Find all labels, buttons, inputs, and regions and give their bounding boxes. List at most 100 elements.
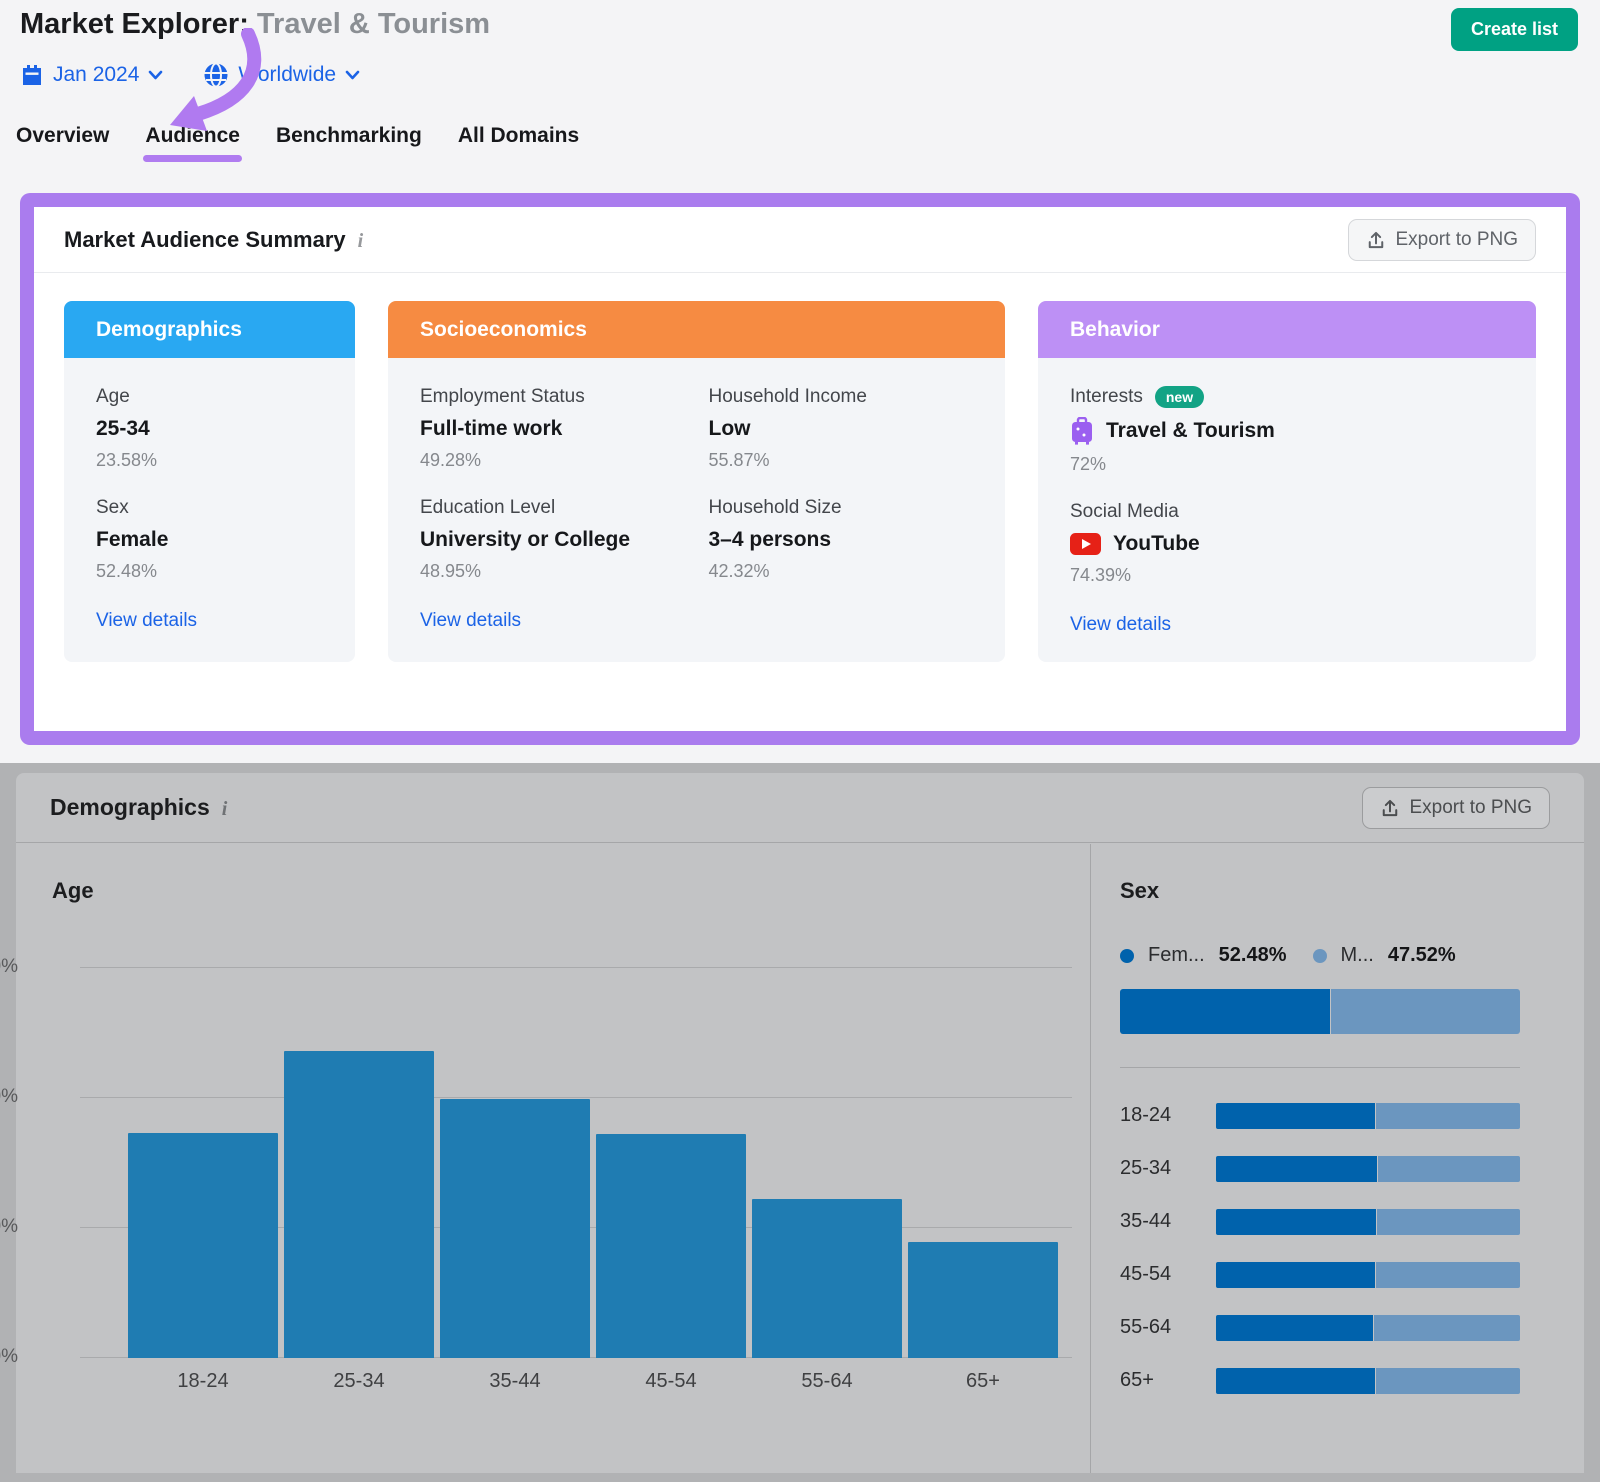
view-details-link-demographics[interactable]: View details [96, 610, 197, 632]
metric-value: 3–4 persons [709, 528, 974, 552]
x-axis-tick-label: 55-64 [752, 1370, 902, 1393]
sex-row-label: 25-34 [1120, 1157, 1216, 1180]
y-axis-tick-label: 0% [0, 1346, 18, 1368]
market-audience-summary-panel: Market Audience Summary i Export to PNG … [20, 193, 1580, 745]
tab-audience[interactable]: Audience [145, 124, 240, 162]
sex-row-25-34: 25-34 [1120, 1142, 1520, 1195]
sex-row-bar [1216, 1209, 1520, 1235]
summary-panel-header: Market Audience Summary i Export to PNG [34, 207, 1566, 273]
metric-household-size: Household Size 3–4 persons 42.32% [709, 497, 974, 582]
demographics-card-header: Demographics [64, 301, 355, 358]
female-bar-segment [1216, 1368, 1375, 1394]
date-label: Jan 2024 [53, 63, 139, 87]
summary-panel-title: Market Audience Summary [64, 227, 346, 253]
metric-value: Female [96, 528, 323, 552]
export-to-png-button[interactable]: Export to PNG [1362, 787, 1551, 829]
sex-row-45-54: 45-54 [1120, 1248, 1520, 1301]
dimmed-background-region: Demographics i Export to PNG Age 0%10%20… [0, 763, 1600, 1482]
x-axis-tick-label: 35-44 [440, 1370, 590, 1393]
sex-panel: Sex Fem... 52.48% M... 47.52% 18-24 25-34… [1120, 844, 1520, 1407]
metric-pct: 74.39% [1070, 565, 1504, 586]
female-bar-segment [1216, 1209, 1376, 1235]
metric-value: YouTube [1113, 532, 1200, 556]
sex-panel-title: Sex [1120, 878, 1520, 904]
demographics-report-card: Demographics i Export to PNG Age 0%10%20… [16, 773, 1584, 1473]
sex-stacked-bar [1120, 989, 1520, 1034]
y-axis-tick-label: 20% [0, 1086, 18, 1108]
metric-age: Age 25-34 23.58% [96, 386, 323, 471]
sex-row-bar [1216, 1156, 1520, 1182]
sex-row-18-24: 18-24 [1120, 1089, 1520, 1142]
male-bar-segment [1330, 989, 1520, 1034]
metric-education-level: Education Level University or College 48… [420, 497, 685, 582]
sex-by-age-rows: 18-2425-3435-4445-5455-6465+ [1120, 1089, 1520, 1407]
sex-legend: Fem... 52.48% M... 47.52% [1120, 944, 1520, 967]
upload-icon [1366, 230, 1386, 250]
female-bar-segment [1216, 1103, 1375, 1129]
tabs: Overview Audience Benchmarking All Domai… [16, 124, 579, 162]
youtube-icon [1070, 533, 1101, 555]
x-axis-tick-label: 18-24 [128, 1370, 278, 1393]
male-legend-dot [1313, 949, 1327, 963]
page-title: Market Explorer: Travel & Tourism [20, 8, 490, 41]
metric-household-income: Household Income Low 55.87% [709, 386, 974, 471]
metric-value: 25-34 [96, 417, 323, 441]
x-axis-tick-label: 45-54 [596, 1370, 746, 1393]
filters-row: Jan 2024 Worldwide [20, 62, 360, 88]
info-icon[interactable]: i [358, 230, 364, 253]
male-bar-segment [1375, 1368, 1520, 1394]
metric-value: University or College [420, 528, 685, 552]
sex-row-bar [1216, 1368, 1520, 1394]
view-details-link-behavior[interactable]: View details [1070, 614, 1171, 636]
region-label: Worldwide [238, 63, 336, 87]
female-bar-segment [1120, 989, 1330, 1034]
y-axis-tick-label: 30% [0, 956, 18, 978]
demographics-card: Demographics Age 25-34 23.58% Sex Female… [64, 301, 355, 662]
page-title-prefix: Market Explorer: [20, 8, 249, 40]
metric-value: Full-time work [420, 417, 685, 441]
demographics-card-body: Age 25-34 23.58% Sex Female 52.48% View … [64, 358, 355, 662]
metric-pct: 48.95% [420, 561, 685, 582]
metric-label: Employment Status [420, 386, 685, 408]
new-badge: new [1155, 386, 1204, 408]
calendar-icon [20, 63, 44, 87]
sex-row-label: 55-64 [1120, 1316, 1216, 1339]
age-bar-25-34 [284, 1051, 434, 1358]
date-dropdown[interactable]: Jan 2024 [20, 63, 163, 87]
sex-row-bar [1216, 1103, 1520, 1129]
export-to-png-button[interactable]: Export to PNG [1348, 219, 1537, 261]
create-list-button[interactable]: Create list [1451, 8, 1578, 51]
view-details-link-socioeconomics[interactable]: View details [420, 610, 521, 632]
suitcase-icon [1070, 417, 1094, 445]
metric-sex: Sex Female 52.48% [96, 497, 323, 582]
sex-row-65+: 65+ [1120, 1354, 1520, 1407]
export-to-png-label: Export to PNG [1410, 797, 1533, 819]
behavior-card: Behavior Interests new Travel & Tourism … [1038, 301, 1536, 662]
female-legend-dot [1120, 949, 1134, 963]
age-bar-18-24 [128, 1133, 278, 1358]
socioeconomics-card-header: Socioeconomics [388, 301, 1005, 358]
male-bar-segment [1377, 1156, 1520, 1182]
divider [1120, 1067, 1520, 1068]
upload-icon [1380, 798, 1400, 818]
demographics-report-title: Demographics [50, 794, 210, 821]
sex-row-bar [1216, 1315, 1520, 1341]
y-axis-tick-label: 10% [0, 1216, 18, 1238]
tab-all-domains[interactable]: All Domains [458, 124, 579, 162]
metric-label: Social Media [1070, 501, 1504, 523]
vertical-divider [1090, 844, 1091, 1473]
sex-row-bar [1216, 1262, 1520, 1288]
info-icon[interactable]: i [222, 798, 228, 821]
export-to-png-label: Export to PNG [1396, 229, 1519, 251]
metric-value: Travel & Tourism [1106, 419, 1275, 443]
age-bar-45-54 [596, 1134, 746, 1358]
age-bar-65+ [908, 1242, 1058, 1358]
region-dropdown[interactable]: Worldwide [203, 62, 360, 88]
tab-benchmarking[interactable]: Benchmarking [276, 124, 422, 162]
tab-overview[interactable]: Overview [16, 124, 109, 162]
male-legend-value: 47.52% [1388, 944, 1456, 967]
x-axis-tick-label: 65+ [908, 1370, 1058, 1393]
sex-row-label: 45-54 [1120, 1263, 1216, 1286]
age-bar-55-64 [752, 1199, 902, 1358]
female-bar-segment [1216, 1262, 1375, 1288]
